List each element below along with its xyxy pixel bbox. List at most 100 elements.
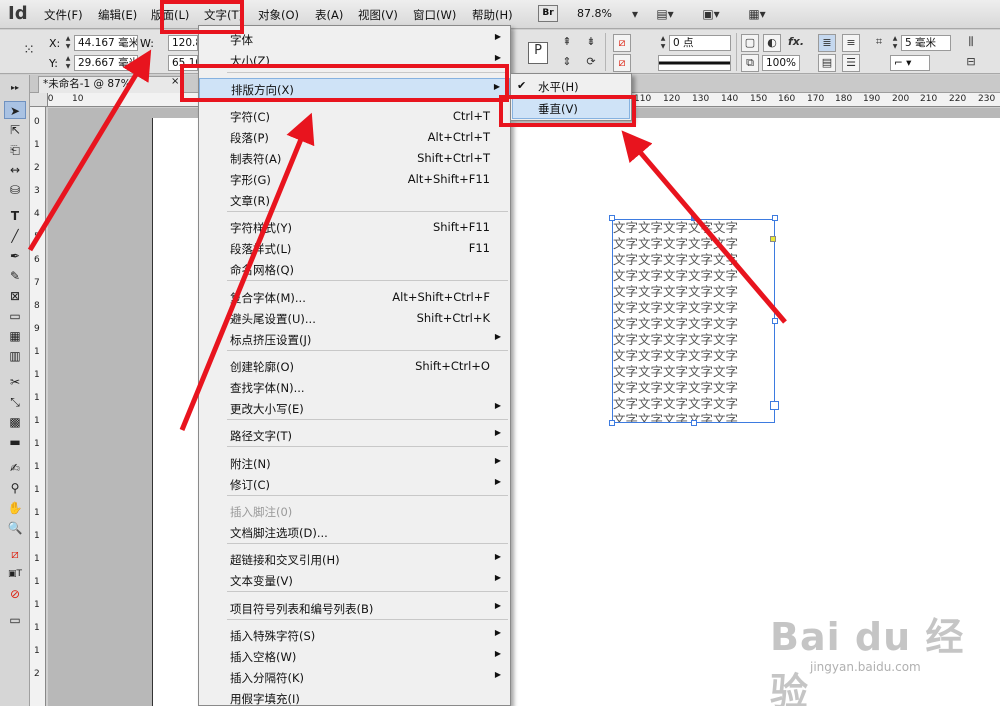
- zoom-dropdown-icon[interactable]: ▾: [618, 5, 652, 23]
- scale-field[interactable]: 100%: [762, 55, 800, 71]
- frame-handle[interactable]: [772, 215, 778, 221]
- type-menu-item[interactable]: 修订(C) ▶: [199, 474, 510, 495]
- zoom-level[interactable]: 87.8%: [577, 7, 612, 20]
- menu-object[interactable]: 对象(O): [258, 7, 299, 23]
- text-frame[interactable]: 文字文字文字文字文字 文字文字文字文字文字 文字文字文字文字文字 文字文字文字文…: [612, 219, 775, 423]
- out-port-handle[interactable]: [770, 401, 779, 410]
- type-menu-item[interactable]: 字形(G) Alt+Shift+F11: [199, 169, 510, 190]
- selection-tool-icon[interactable]: ➤: [4, 101, 26, 119]
- type-menu-item[interactable]: 制表符(A) Shift+Ctrl+T: [199, 148, 510, 169]
- align-left-icon[interactable]: ≣: [818, 34, 836, 52]
- type-menu-item[interactable]: 段落(P) Alt+Ctrl+T: [199, 127, 510, 148]
- type-menu-item[interactable]: 查找字体(N)...: [199, 377, 510, 398]
- x-stepper[interactable]: ▲ ▼: [63, 35, 73, 51]
- type-menu-item[interactable]: 路径文字(T) ▶: [199, 425, 510, 446]
- align-bottom-icon[interactable]: ▤: [818, 54, 836, 72]
- menu-window[interactable]: 窗口(W): [413, 7, 456, 23]
- gutter-stepper[interactable]: ▲ ▼: [890, 35, 900, 51]
- note-tool-icon[interactable]: ✍: [4, 459, 26, 477]
- frame-text[interactable]: 文字文字文字文字文字 文字文字文字文字文字 文字文字文字文字文字 文字文字文字文…: [613, 220, 774, 422]
- frame-handle[interactable]: [691, 215, 697, 221]
- gap-tool-icon[interactable]: ↔: [4, 161, 26, 179]
- type-menu-item[interactable]: 超链接和交叉引用(H) ▶: [199, 549, 510, 570]
- hand-tool-icon[interactable]: ✋: [4, 499, 26, 517]
- gradient-feather-tool-icon[interactable]: ▬: [4, 433, 26, 451]
- close-tab-icon[interactable]: ×: [171, 76, 179, 87]
- document-tab[interactable]: *未命名-1 @ 87%: [38, 76, 183, 93]
- flip-icon[interactable]: ⇕: [558, 54, 576, 72]
- frame-handle[interactable]: [609, 215, 615, 221]
- direct-selection-tool-icon[interactable]: ⇱: [4, 121, 26, 139]
- zoom-tool-icon[interactable]: 🔍: [4, 519, 26, 537]
- type-menu-item[interactable]: 复合字体(M)... Alt+Shift+Ctrl+F: [199, 287, 510, 308]
- corner-options-dropdown[interactable]: ⌐ ▾: [890, 55, 930, 71]
- type-menu-item[interactable]: 避头尾设置(U)... Shift+Ctrl+K: [199, 308, 510, 329]
- frame-fitting-icon[interactable]: ⌗: [870, 34, 888, 52]
- rectangle-frame-tool-icon[interactable]: ⊠: [4, 287, 26, 305]
- drop-shadow-icon[interactable]: ▢: [741, 34, 759, 52]
- menu-file[interactable]: 文件(F): [44, 7, 83, 23]
- formatting-affects-icon[interactable]: ▣T: [4, 565, 26, 583]
- fill-none-icon[interactable]: ⧄: [613, 34, 631, 52]
- gutter-field[interactable]: 5 毫米: [901, 35, 951, 51]
- frame-handle[interactable]: [609, 420, 615, 426]
- menu-table[interactable]: 表(A): [315, 7, 343, 23]
- menu-help[interactable]: 帮助(H): [472, 7, 513, 23]
- screen-mode-icon[interactable]: ▣▾: [694, 5, 728, 23]
- frame-handle[interactable]: [691, 420, 697, 426]
- columns-icon[interactable]: ⫼: [962, 34, 980, 52]
- content-collector-icon[interactable]: ⛁: [4, 181, 26, 199]
- type-menu-item[interactable]: 创建轮廓(O) Shift+Ctrl+O: [199, 356, 510, 377]
- pencil-tool-icon[interactable]: ✎: [4, 267, 26, 285]
- gradient-swatch-tool-icon[interactable]: ▩: [4, 413, 26, 431]
- table-tool-icon[interactable]: ▦: [4, 327, 26, 345]
- type-menu-item[interactable]: 文章(R): [199, 190, 510, 211]
- bridge-button[interactable]: Br: [538, 5, 558, 22]
- type-menu-item[interactable]: 字符(C) Ctrl+T: [199, 106, 510, 127]
- type-menu-item[interactable]: 项目符号列表和编号列表(B) ▶: [199, 598, 510, 619]
- type-menu-item[interactable]: 更改大小写(E) ▶: [199, 398, 510, 419]
- orientation-horizontal-item[interactable]: ✔ 水平(H): [512, 76, 630, 97]
- x-field[interactable]: 44.167 毫米: [74, 35, 138, 51]
- distribute-icon[interactable]: ⇟: [582, 34, 600, 52]
- text-wrap-icon[interactable]: ⊟: [962, 54, 980, 72]
- grid-tool-icon[interactable]: ▥: [4, 347, 26, 365]
- opacity-icon[interactable]: ◐: [763, 34, 781, 52]
- type-menu-item[interactable]: 插入特殊字符(S) ▶: [199, 625, 510, 646]
- type-menu-item[interactable]: 标点挤压设置(J) ▶: [199, 329, 510, 350]
- w-field[interactable]: 120.8: [168, 35, 198, 51]
- rectangle-tool-icon[interactable]: ▭: [4, 307, 26, 325]
- type-menu-item[interactable]: 附注(N) ▶: [199, 453, 510, 474]
- view-options-icon[interactable]: ▤▾: [648, 5, 682, 23]
- type-menu-item[interactable]: 文档脚注选项(D)...: [199, 522, 510, 543]
- type-menu-item[interactable]: 文本变量(V) ▶: [199, 570, 510, 591]
- ruler-origin[interactable]: [30, 93, 48, 107]
- align-center-icon[interactable]: ≡: [842, 34, 860, 52]
- align-top-icon[interactable]: ⇞: [558, 34, 576, 52]
- stroke-weight-stepper[interactable]: ▲ ▼: [658, 35, 668, 51]
- line-tool-icon[interactable]: ╱: [4, 227, 26, 245]
- pen-tool-icon[interactable]: ✒: [4, 247, 26, 265]
- eyedropper-tool-icon[interactable]: ⚲: [4, 479, 26, 497]
- apply-none-icon[interactable]: ⊘: [4, 585, 26, 603]
- type-menu-item[interactable]: 用假字填充(I): [199, 688, 510, 706]
- fill-stroke-swatch-icon[interactable]: ⧄: [4, 545, 26, 563]
- type-menu-item[interactable]: 字体 ▶: [199, 29, 510, 50]
- menu-edit[interactable]: 编辑(E): [98, 7, 137, 23]
- toolbox-collapse-icon[interactable]: ▸▸: [4, 79, 26, 97]
- menu-view[interactable]: 视图(V): [358, 7, 398, 23]
- type-menu-item[interactable]: 段落样式(L) F11: [199, 238, 510, 259]
- y-field[interactable]: 29.667 毫米: [74, 55, 138, 71]
- stroke-none-icon[interactable]: ⧄: [613, 54, 631, 72]
- stroke-weight-field[interactable]: 0 点: [669, 35, 731, 51]
- effects-icon[interactable]: fx.: [787, 34, 805, 52]
- type-menu-item[interactable]: 字符样式(Y) Shift+F11: [199, 217, 510, 238]
- justify-icon[interactable]: ☰: [842, 54, 860, 72]
- type-menu-item[interactable]: 插入分隔符(K) ▶: [199, 667, 510, 688]
- type-menu-item[interactable]: 命名网格(Q): [199, 259, 510, 280]
- stroke-type-dropdown[interactable]: [658, 55, 731, 71]
- type-menu-item[interactable]: 插入空格(W) ▶: [199, 646, 510, 667]
- screen-mode-icon[interactable]: ▭: [4, 611, 26, 629]
- frame-handle[interactable]: [772, 318, 778, 324]
- reference-point-icon[interactable]: ⁙: [20, 42, 38, 60]
